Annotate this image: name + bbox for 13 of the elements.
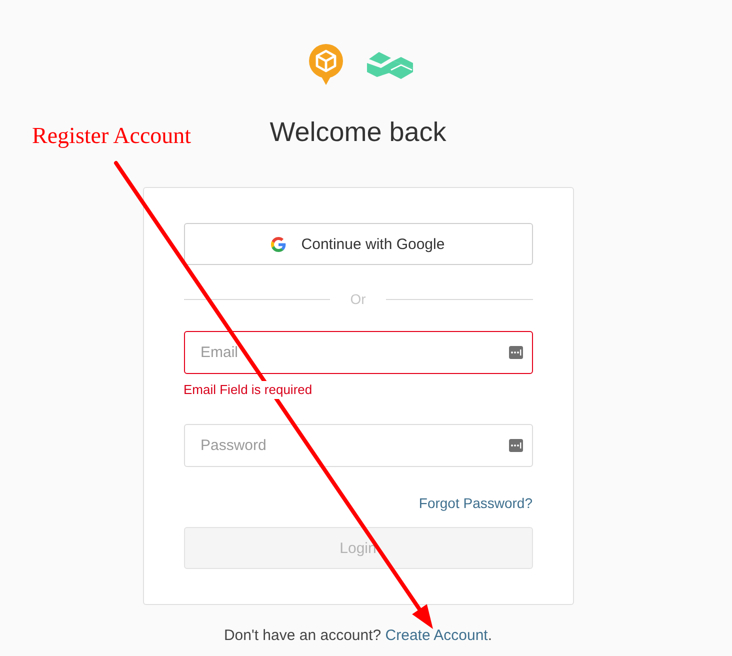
google-logo-icon (271, 236, 286, 252)
create-account-link[interactable]: Create Account (385, 627, 488, 644)
isometric-blocks-logo-icon (366, 50, 412, 78)
annotation-label: Register Account (32, 122, 192, 150)
divider-label: Or (350, 290, 366, 309)
password-manager-icon (508, 346, 522, 359)
cube-pin-logo-icon (308, 44, 344, 85)
text-field[interactable]: Email (184, 331, 532, 374)
signup-prompt: Don't have an account? Create Account. (224, 626, 492, 646)
forgot-password-link[interactable]: Forgot Password? (418, 494, 532, 512)
page-title: Welcome back (270, 116, 446, 148)
password-manager-icon (508, 439, 522, 452)
google-button[interactable]: Continue with Google (184, 223, 532, 265)
